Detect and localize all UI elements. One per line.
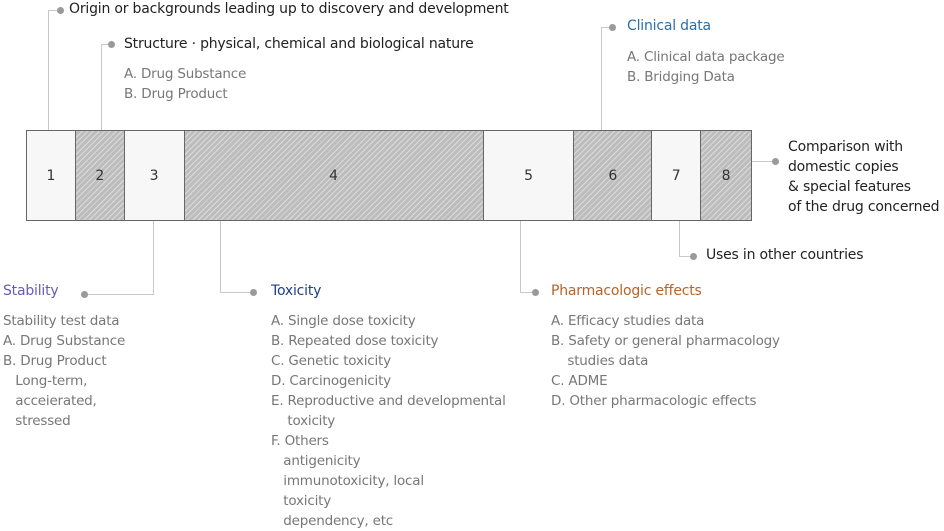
segment-label: 4 xyxy=(329,167,339,184)
structure-items: A. Drug Substance B. Drug Product xyxy=(124,66,247,102)
connector-line xyxy=(679,221,680,257)
pharmacologic-title: Pharmacologic effects xyxy=(551,283,702,299)
connector-line xyxy=(86,294,154,295)
toxicity-title: Toxicity xyxy=(271,283,322,299)
connector-line xyxy=(520,221,521,293)
connector-line xyxy=(101,44,102,130)
bullet-dot-icon xyxy=(250,289,257,296)
origin-title: Origin or backgrounds leading up to disc… xyxy=(69,1,509,17)
comparison-title: Comparison with domestic copies & specia… xyxy=(788,139,940,215)
stability-title: Stability xyxy=(3,283,59,299)
stability-items: Stability test data A. Drug Substance B.… xyxy=(3,313,126,429)
pharmacologic-items: A. Efficacy studies data B. Safety or ge… xyxy=(551,313,780,409)
toxicity-items: A. Single dose toxicity B. Repeated dose… xyxy=(271,313,506,529)
segment-6: 6 xyxy=(574,131,653,220)
structure-title: Structure · physical, chemical and biolo… xyxy=(124,36,474,52)
connector-line xyxy=(220,221,221,293)
connector-line xyxy=(752,161,774,162)
clinical-title: Clinical data xyxy=(627,18,711,34)
clinical-items: A. Clinical data package B. Bridging Dat… xyxy=(627,49,785,85)
bullet-dot-icon xyxy=(57,7,64,14)
bullet-dot-icon xyxy=(81,291,88,298)
bullet-dot-icon xyxy=(772,158,779,165)
uses-title: Uses in other countries xyxy=(706,247,864,263)
connector-line xyxy=(601,27,602,130)
bullet-dot-icon xyxy=(532,289,539,296)
segment-label: 6 xyxy=(608,167,618,184)
segment-5: 5 xyxy=(483,131,575,220)
segment-1: 1 xyxy=(27,131,76,220)
segment-label: 3 xyxy=(149,167,159,184)
segment-label: 1 xyxy=(46,167,56,184)
bullet-dot-icon xyxy=(108,41,115,48)
connector-line xyxy=(153,221,154,295)
segment-4: 4 xyxy=(184,131,484,220)
segment-label: 7 xyxy=(671,167,681,184)
dossier-section-bar: 1 2 3 4 5 6 7 8 xyxy=(26,130,752,221)
segment-label: 8 xyxy=(721,167,731,184)
segment-2: 2 xyxy=(75,131,125,220)
connector-line xyxy=(220,292,252,293)
segment-7: 7 xyxy=(652,131,702,220)
segment-3: 3 xyxy=(124,131,185,220)
segment-label: 2 xyxy=(95,167,105,184)
connector-line xyxy=(48,10,49,130)
segment-label: 5 xyxy=(524,167,534,184)
bullet-dot-icon xyxy=(690,253,697,260)
segment-8: 8 xyxy=(701,131,751,220)
bullet-dot-icon xyxy=(609,24,616,31)
